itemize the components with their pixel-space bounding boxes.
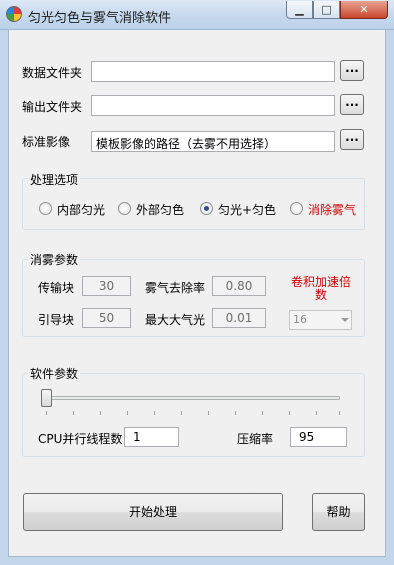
conv-accel-label: 卷积加速倍数 [290, 275, 351, 302]
slider-tick [46, 411, 47, 415]
radio-option-1[interactable]: 外部匀色 [118, 201, 198, 217]
transfer-block-label: 传输块 [38, 281, 75, 295]
cpu-threads-label: CPU并行线程数 [38, 432, 123, 446]
radio-label: 匀光+匀色 [218, 203, 277, 217]
slider-tick [208, 411, 209, 415]
guide-block-input[interactable]: 50 [82, 308, 131, 328]
output-folder-label: 输出文件夹 [22, 100, 83, 114]
data-folder-browse-button[interactable]: ... [340, 60, 364, 81]
slider-tick [262, 411, 263, 415]
maximize-icon: □ [321, 3, 332, 16]
conv-accel-value: 16 [293, 313, 307, 326]
window-frame-left [0, 30, 8, 565]
output-folder-browse-button[interactable]: ... [340, 94, 364, 115]
software-params-title: 软件参数 [28, 365, 81, 382]
radio-button[interactable] [39, 202, 52, 215]
slider-tick [289, 411, 290, 415]
maximize-button[interactable]: □ [313, 1, 340, 19]
radio-button[interactable] [290, 202, 303, 215]
start-processing-button[interactable]: 开始处理 [23, 493, 283, 531]
radio-option-0[interactable]: 内部匀光 [39, 201, 119, 217]
compression-input[interactable]: 95 [290, 427, 347, 447]
haze-removal-rate-input[interactable]: 0.80 [212, 276, 266, 296]
transfer-block-input[interactable]: 30 [82, 276, 131, 296]
window-title: 匀光匀色与雾气消除软件 [28, 11, 172, 26]
radio-label: 内部匀光 [57, 203, 106, 217]
close-icon: ✕ [359, 3, 369, 16]
dehaze-params-title: 消雾参数 [28, 251, 81, 268]
reference-image-label: 标准影像 [22, 135, 71, 149]
slider-track[interactable] [44, 396, 340, 400]
cpu-threads-input[interactable]: 1 [124, 427, 179, 447]
output-folder-input[interactable] [91, 95, 335, 116]
slider-tick [339, 411, 340, 415]
haze-removal-rate-label: 雾气去除率 [145, 281, 206, 295]
compression-label: 压缩率 [237, 432, 274, 446]
guide-block-label: 引导块 [38, 313, 75, 327]
radio-button[interactable] [118, 202, 131, 215]
slider-tick [235, 411, 236, 415]
slider-tick [316, 411, 317, 415]
radio-option-2[interactable]: 匀光+匀色 [200, 201, 280, 217]
window-frame-bottom [0, 557, 394, 565]
minimize-icon: ▁ [295, 3, 304, 16]
max-atmosphere-input[interactable]: 0.01 [212, 308, 266, 328]
radio-label: 外部匀色 [136, 203, 185, 217]
max-atmosphere-label: 最大大气光 [145, 313, 206, 327]
app-icon [6, 6, 22, 22]
radio-option-3[interactable]: 消除雾气 [290, 201, 362, 217]
slider-thumb[interactable] [41, 389, 52, 407]
slider-tick [154, 411, 155, 415]
data-folder-label: 数据文件夹 [22, 66, 83, 80]
minimize-button[interactable]: ▁ [286, 1, 313, 19]
help-button[interactable]: 帮助 [312, 493, 365, 531]
radio-label: 消除雾气 [308, 203, 357, 217]
conv-accel-select[interactable]: 16 [289, 310, 352, 330]
data-folder-input[interactable] [91, 61, 335, 82]
processing-options-title: 处理选项 [28, 171, 81, 188]
radio-button-checked[interactable] [200, 202, 213, 215]
slider-tick [181, 411, 182, 415]
close-button[interactable]: ✕ [340, 1, 388, 19]
window-frame-right [386, 30, 394, 565]
chevron-down-icon [341, 318, 349, 322]
slider-tick [127, 411, 128, 415]
slider-tick [73, 411, 74, 415]
reference-image-browse-button[interactable]: ... [340, 129, 364, 150]
slider-tick [100, 411, 101, 415]
reference-image-input[interactable]: 模板影像的路径（去雾不用选择） [91, 131, 335, 152]
